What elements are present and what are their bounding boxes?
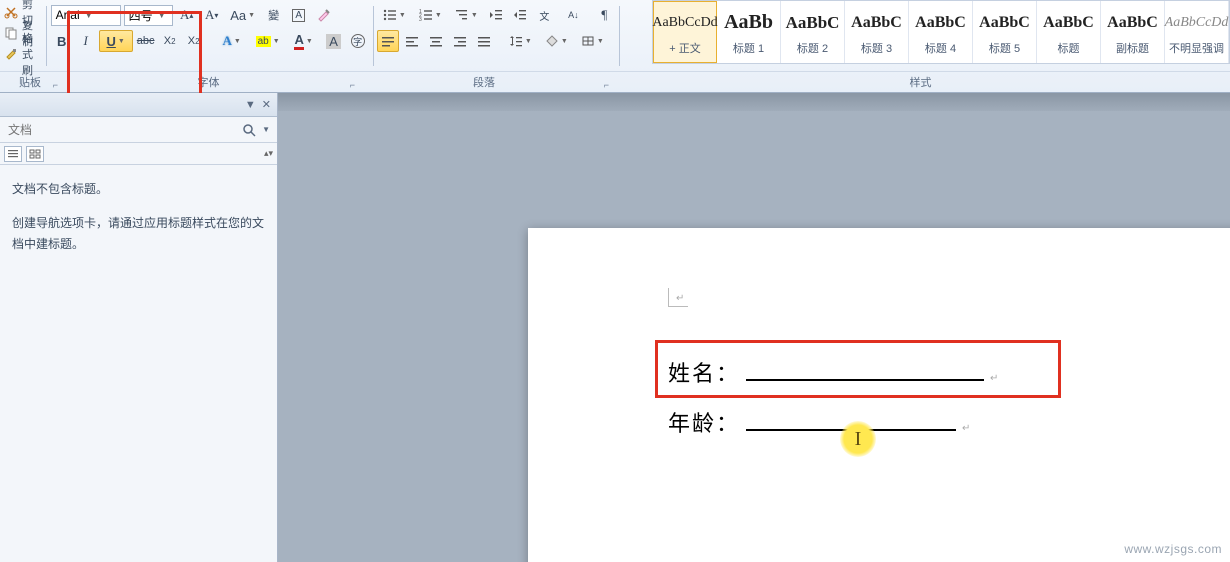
nav-empty-msg1: 文档不包含标题。 xyxy=(12,179,265,199)
paragraph-group: ▼ 123▼ ▼ 文 A↓ ¶ ▼ ▼ ▼ xyxy=(377,0,615,71)
nav-close-icon[interactable]: ✕ xyxy=(262,98,271,111)
copy-icon xyxy=(4,25,18,41)
styles-gallery[interactable]: AaBbCcDd+ 正文 AaBb标题 1 AaBbC标题 2 AaBbC标题 … xyxy=(652,0,1230,64)
align-justify-low-button[interactable] xyxy=(377,30,399,52)
paragraph-mark-icon: ↵ xyxy=(962,423,970,434)
style-subtle-emphasis[interactable]: AaBbCcDd不明显强调 xyxy=(1165,1,1229,63)
nav-tab-headings[interactable] xyxy=(4,146,22,162)
clear-format-button[interactable] xyxy=(313,4,335,26)
borders-button[interactable]: ▼ xyxy=(575,30,609,52)
watermark: www.wzjsgs.com xyxy=(1124,542,1222,556)
style-title[interactable]: AaBbC标题 xyxy=(1037,1,1101,63)
group-label-paragraph: 段落⌐ xyxy=(357,72,611,91)
align-distribute-button[interactable] xyxy=(473,30,495,52)
bold-button[interactable]: B xyxy=(51,30,73,52)
grow-font-button[interactable]: A▴ xyxy=(176,4,198,26)
nav-collapse-icon[interactable]: ▴▾ xyxy=(264,148,273,159)
clipboard-group: 剪切 复制 格式刷 xyxy=(0,0,42,71)
age-label: 年龄： xyxy=(668,406,740,438)
document-area[interactable]: ↵ 姓名： ↵ 年龄： ↵ I xyxy=(278,93,1230,562)
numbering-button[interactable]: 123▼ xyxy=(413,4,447,26)
enclose-char-button[interactable]: 字 xyxy=(347,30,369,52)
indent-increase-button[interactable] xyxy=(509,4,531,26)
style-normal[interactable]: AaBbCcDd+ 正文 xyxy=(653,1,717,63)
italic-button[interactable]: I xyxy=(75,30,97,52)
text-cursor-icon: I xyxy=(855,428,862,451)
style-subtitle[interactable]: AaBbC副标题 xyxy=(1101,1,1165,63)
subscript-button[interactable]: X2 xyxy=(159,30,181,52)
char-shading-button[interactable]: A xyxy=(323,30,345,52)
style-heading3[interactable]: AaBbC标题 3 xyxy=(845,1,909,63)
style-heading1[interactable]: AaBb标题 1 xyxy=(717,1,781,63)
font-name-select[interactable]: Arial▼ xyxy=(51,5,121,26)
paragraph-mark-icon: ↵ xyxy=(990,373,998,384)
nav-dropdown-icon[interactable]: ▼ xyxy=(245,99,256,111)
margin-marker xyxy=(668,288,1088,318)
navigation-pane: ▼ ✕ ▼ ▴▾ 文档不包含标题。 创建导航选项卡，请通过应用标题样式在您的文档… xyxy=(0,93,278,562)
phonetic-guide-button[interactable]: 變 xyxy=(263,4,285,26)
format-painter-button[interactable]: 格式刷 xyxy=(0,44,42,64)
shading-button[interactable]: ▼ xyxy=(539,30,573,52)
name-label: 姓名： xyxy=(668,356,740,388)
shrink-font-button[interactable]: A▾ xyxy=(201,4,223,26)
painter-label: 格式刷 xyxy=(22,30,38,78)
ribbon: 剪切 复制 格式刷 Arial▼ 四号▼ A▴ A▾ xyxy=(0,0,1230,93)
nav-tab-pages[interactable] xyxy=(26,146,44,162)
font-size-select[interactable]: 四号▼ xyxy=(124,5,173,26)
show-marks-button[interactable]: ¶ xyxy=(593,4,615,26)
change-case-button[interactable]: Aa▼ xyxy=(226,4,260,26)
superscript-button[interactable]: X2 xyxy=(183,30,205,52)
field-age-line[interactable]: 年龄： ↵ xyxy=(668,406,970,438)
bullets-button[interactable]: ▼ xyxy=(377,4,411,26)
search-icon[interactable] xyxy=(239,120,259,140)
brush-icon xyxy=(4,46,18,62)
field-name-line[interactable]: 姓名： ↵ xyxy=(668,356,998,388)
annotation-cursor-highlight: I xyxy=(840,421,876,457)
style-heading2[interactable]: AaBbC标题 2 xyxy=(781,1,845,63)
sort-button[interactable]: A↓ xyxy=(557,4,591,26)
align-right-button[interactable] xyxy=(449,30,471,52)
line-spacing-button[interactable]: ▼ xyxy=(503,30,537,52)
underline-button[interactable]: U▼ xyxy=(99,30,133,52)
align-center-button[interactable] xyxy=(425,30,447,52)
style-heading4[interactable]: AaBbC标题 4 xyxy=(909,1,973,63)
text-direction-button[interactable]: 文 xyxy=(533,4,555,26)
font-color-button[interactable]: A▼ xyxy=(287,30,321,52)
search-dropdown-icon[interactable]: ▼ xyxy=(259,125,273,134)
group-label-font: 字体⌐ xyxy=(60,72,357,91)
group-label-clipboard: 贴板⌐ xyxy=(0,72,60,91)
char-border-button[interactable]: A xyxy=(288,4,310,26)
nav-search-input[interactable] xyxy=(4,123,239,137)
multilevel-button[interactable]: ▼ xyxy=(449,4,483,26)
strikethrough-button[interactable]: abc xyxy=(135,30,157,52)
paragraph-mark-icon: ↵ xyxy=(676,293,684,304)
style-heading5[interactable]: AaBbC标题 5 xyxy=(973,1,1037,63)
font-group: Arial▼ 四号▼ A▴ A▾ Aa▼ 變 A B I U▼ abc X2 X… xyxy=(51,0,369,71)
text-effects-button[interactable]: A▼ xyxy=(215,30,249,52)
svg-text:3: 3 xyxy=(419,17,422,21)
scissors-icon xyxy=(4,4,18,20)
group-label-styles: 样式 xyxy=(611,72,1230,91)
highlight-button[interactable]: ab▼ xyxy=(251,30,285,52)
indent-decrease-button[interactable] xyxy=(485,4,507,26)
align-left-button[interactable] xyxy=(401,30,423,52)
nav-empty-msg2: 创建导航选项卡，请通过应用标题样式在您的文档中建标题。 xyxy=(12,213,265,254)
name-underline[interactable] xyxy=(746,359,984,381)
page[interactable]: ↵ 姓名： ↵ 年龄： ↵ xyxy=(528,228,1230,562)
